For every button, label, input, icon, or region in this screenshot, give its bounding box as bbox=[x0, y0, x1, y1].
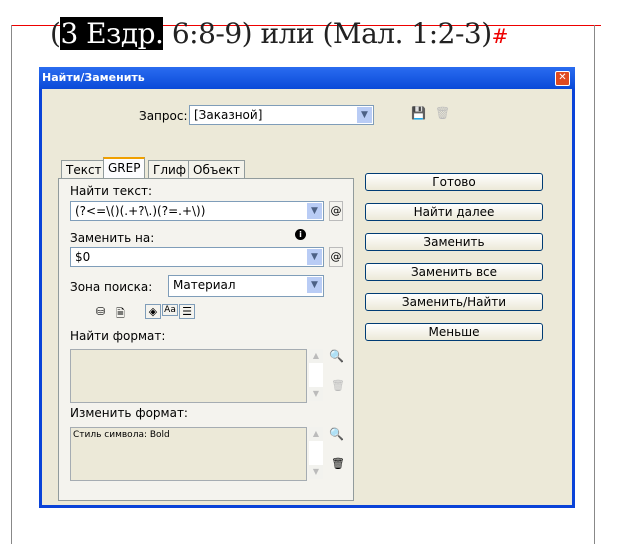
dialog-body: Запрос: [Заказной] ▼ 💾 🗑 Текст GREP Глиф … bbox=[42, 89, 572, 505]
chevron-down-icon[interactable]: ▼ bbox=[307, 277, 322, 293]
chevron-down-icon[interactable]: ▼ bbox=[357, 107, 372, 123]
page-margin-left bbox=[11, 25, 12, 544]
find-replace-dialog: Найти/Заменить ✕ Запрос: [Заказной] ▼ 💾 🗑… bbox=[39, 67, 575, 508]
done-button[interactable]: Готово bbox=[365, 173, 543, 191]
special-chars-replace-button[interactable]: @ bbox=[329, 247, 343, 267]
change-format-value: Стиль символа: Bold bbox=[73, 430, 170, 440]
clear-find-format-icon[interactable]: 🗑 bbox=[331, 379, 345, 392]
tab-object[interactable]: Объект bbox=[188, 160, 245, 178]
replace-find-button[interactable]: Заменить/Найти bbox=[365, 293, 543, 311]
grep-panel: Найти текст: (?<=\()(.+?\.)(?=.+\)) ▼ @ З… bbox=[58, 178, 354, 501]
change-format-label: Изменить формат: bbox=[70, 406, 188, 420]
tab-glyph[interactable]: Глиф bbox=[148, 160, 192, 178]
footnotes-icon[interactable]: ☰ bbox=[179, 304, 195, 319]
find-format-box[interactable] bbox=[70, 349, 307, 403]
search-scope-label: Зона поиска: bbox=[70, 280, 153, 294]
info-icon: i bbox=[295, 229, 306, 240]
document-text[interactable]: (3 Ездр. 6:8-9) или (Мал. 1:2-3)# bbox=[50, 17, 508, 50]
query-select[interactable]: [Заказной] ▼ bbox=[189, 105, 374, 125]
tab-bar: Текст GREP Глиф Объект bbox=[58, 157, 358, 178]
hidden-layers-icon[interactable]: ◈ bbox=[145, 304, 161, 319]
end-of-story-marker: # bbox=[491, 24, 509, 48]
specify-find-format-icon[interactable]: 🔍 bbox=[329, 349, 344, 363]
text-rest: 6:8-9) или (Мал. 1:2-3) bbox=[163, 17, 492, 50]
chevron-down-icon[interactable]: ▼ bbox=[307, 203, 322, 219]
replace-label: Заменить на: bbox=[70, 231, 155, 245]
page-margin-right bbox=[594, 25, 595, 544]
search-scope-value: Материал bbox=[173, 278, 236, 292]
replace-input[interactable]: $0 ▼ bbox=[70, 247, 324, 267]
trash-icon[interactable]: 🗑 bbox=[435, 106, 450, 120]
dialog-title: Найти/Заменить bbox=[42, 71, 145, 84]
close-button[interactable]: ✕ bbox=[555, 71, 570, 86]
find-format-label: Найти формат: bbox=[70, 329, 166, 343]
selected-text: 3 Ездр. bbox=[60, 17, 164, 50]
chevron-down-icon[interactable]: ▼ bbox=[307, 249, 322, 265]
fewer-options-button[interactable]: Меньше bbox=[365, 323, 543, 341]
search-scope-select[interactable]: Материал ▼ bbox=[168, 275, 324, 297]
locked-stories-icon[interactable]: 🗎 bbox=[116, 305, 125, 324]
query-label: Запрос: bbox=[139, 109, 188, 123]
change-format-box[interactable]: Стиль символа: Bold bbox=[70, 427, 307, 481]
replace-button[interactable]: Заменить bbox=[365, 233, 543, 251]
tab-text[interactable]: Текст bbox=[61, 160, 107, 178]
change-format-scrollbar[interactable]: ▲ ▼ bbox=[309, 427, 323, 479]
find-next-button[interactable]: Найти далее bbox=[365, 203, 543, 221]
find-format-scrollbar[interactable]: ▲ ▼ bbox=[309, 349, 323, 401]
locked-layers-icon[interactable]: ⛁ bbox=[96, 305, 105, 318]
dialog-titlebar[interactable]: Найти/Заменить ✕ bbox=[39, 67, 575, 89]
find-text-label: Найти текст: bbox=[70, 184, 153, 198]
special-chars-find-button[interactable]: @ bbox=[329, 201, 343, 221]
open-paren: ( bbox=[50, 17, 61, 50]
specify-change-format-icon[interactable]: 🔍 bbox=[329, 427, 344, 441]
tab-grep[interactable]: GREP bbox=[103, 157, 146, 178]
save-query-icon[interactable]: 💾 bbox=[411, 106, 426, 120]
master-pages-icon[interactable]: Aa bbox=[162, 304, 178, 316]
find-text-input[interactable]: (?<=\()(.+?\.)(?=.+\)) ▼ bbox=[70, 201, 324, 221]
replace-value: $0 bbox=[75, 250, 91, 264]
replace-all-button[interactable]: Заменить все bbox=[365, 263, 543, 281]
query-value: [Заказной] bbox=[194, 108, 263, 122]
clear-change-format-icon[interactable]: 🗑 bbox=[331, 457, 345, 470]
find-text-value: (?<=\()(.+?\.)(?=.+\)) bbox=[75, 204, 206, 218]
